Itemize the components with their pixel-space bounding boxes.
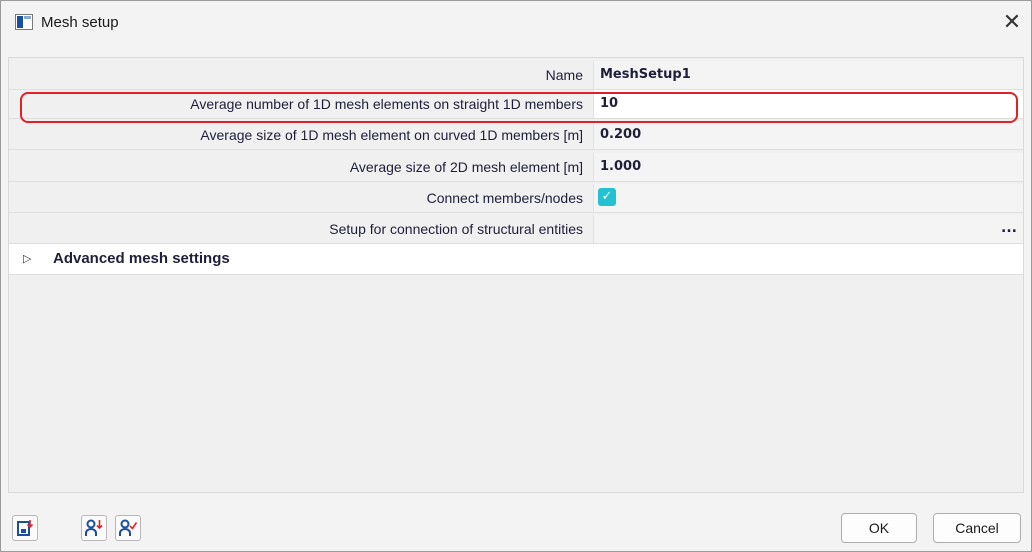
- load-user-button[interactable]: [81, 515, 107, 541]
- ok-button[interactable]: OK: [841, 513, 917, 543]
- property-label-connect: Connect members/nodes: [426, 190, 583, 206]
- property-label-avg-2d: Average size of 2D mesh element [m]: [349, 159, 583, 175]
- cancel-button[interactable]: Cancel: [933, 513, 1021, 543]
- property-grid: Name MeshSetup1 Average number of 1D mes…: [8, 57, 1024, 493]
- property-label-name: Name: [545, 67, 583, 83]
- property-row-avg-2d: Average size of 2D mesh element [m] 1.00…: [9, 153, 1023, 182]
- user-check-icon: [119, 519, 138, 536]
- property-row-avg-1d-curved: Average size of 1D mesh element on curve…: [9, 121, 1023, 150]
- property-label-avg-1d-straight: Average number of 1D mesh elements on st…: [190, 96, 583, 112]
- user-settings-button[interactable]: [115, 515, 141, 541]
- title-bar: Mesh setup ✕: [1, 1, 1031, 45]
- user-down-icon: [85, 519, 103, 536]
- property-row-avg-1d-straight: Average number of 1D mesh elements on st…: [9, 90, 1023, 119]
- ellipsis-button[interactable]: ...: [1001, 215, 1017, 241]
- avg-2d-field[interactable]: 1.000: [593, 153, 1023, 181]
- save-default-button[interactable]: [12, 515, 38, 541]
- advanced-mesh-settings-row[interactable]: ▷ Advanced mesh settings: [9, 244, 1023, 275]
- expand-triangle-icon[interactable]: ▷: [23, 252, 31, 265]
- property-row-name: Name MeshSetup1: [9, 61, 1023, 90]
- avg-1d-straight-field[interactable]: 10: [593, 90, 1023, 118]
- property-label-connection-setup: Setup for connection of structural entit…: [329, 221, 583, 237]
- avg-1d-curved-field[interactable]: 0.200: [593, 121, 1023, 149]
- connect-members-checkbox[interactable]: ✓: [598, 188, 616, 206]
- close-icon[interactable]: ✕: [997, 7, 1027, 37]
- window-app-icon: [15, 14, 33, 30]
- window-title: Mesh setup: [41, 14, 119, 31]
- name-field[interactable]: MeshSetup1: [593, 61, 1023, 89]
- mesh-setup-dialog: Mesh setup ✕ Name MeshSetup1 Average num…: [0, 0, 1032, 552]
- property-row-connect: Connect members/nodes ✓: [9, 184, 1023, 213]
- property-row-connection-setup: Setup for connection of structural entit…: [9, 215, 1023, 244]
- connection-setup-field[interactable]: ...: [593, 215, 1023, 243]
- advanced-mesh-settings-label: Advanced mesh settings: [53, 250, 230, 267]
- property-label-avg-1d-curved: Average size of 1D mesh element on curve…: [200, 127, 583, 143]
- save-default-icon: [17, 520, 34, 536]
- connect-value-cell: ✓: [593, 184, 1023, 212]
